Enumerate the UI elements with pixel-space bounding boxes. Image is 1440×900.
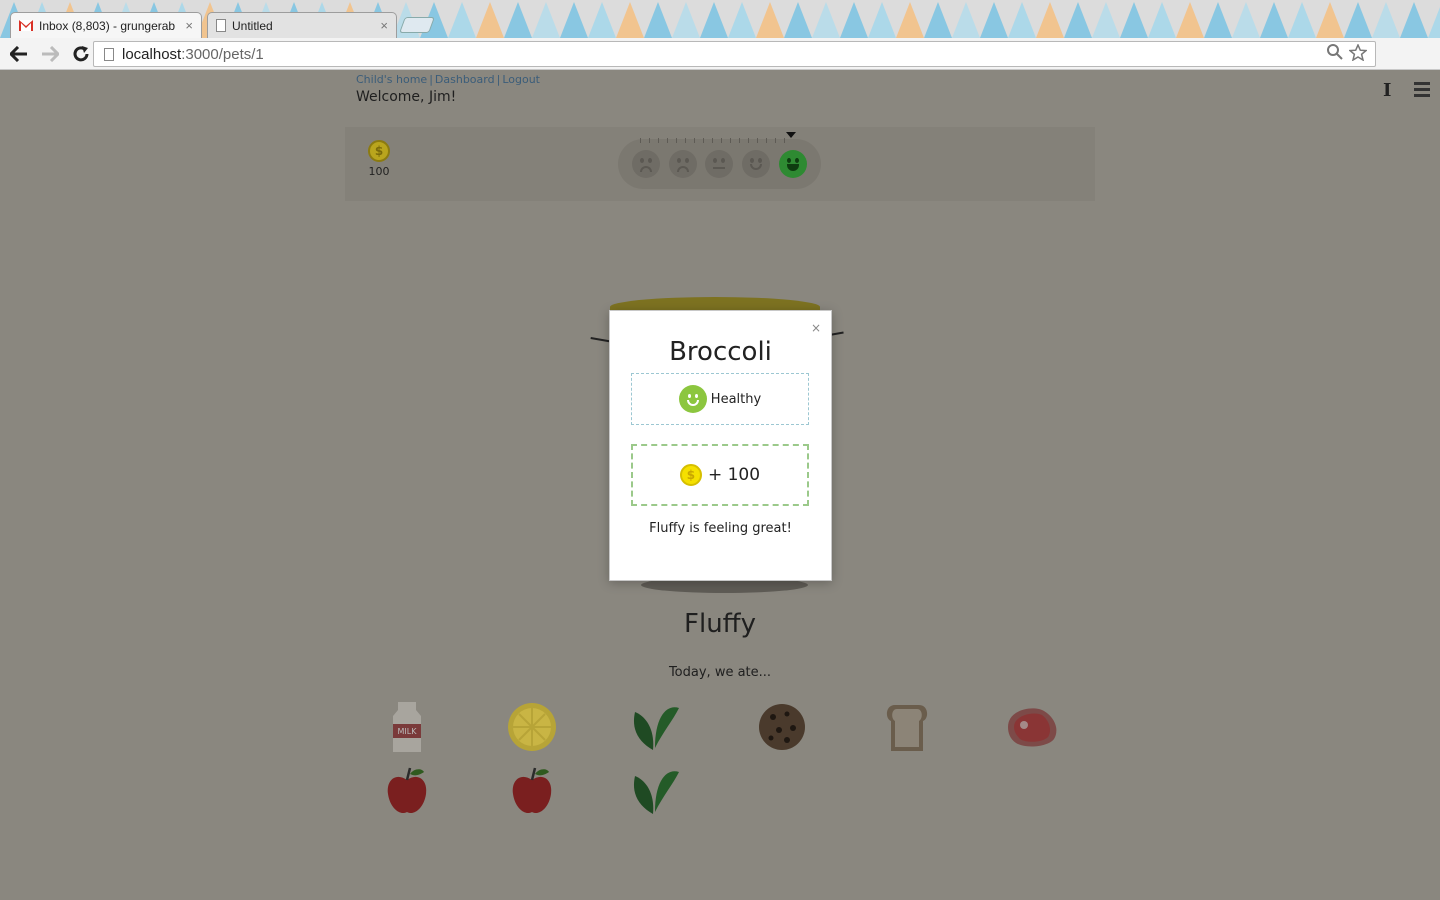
mood-ticks	[640, 138, 790, 143]
reload-icon	[73, 45, 89, 61]
sad-face-icon	[668, 150, 697, 178]
ate-label: Today, we ate...	[668, 665, 772, 680]
happy-face-icon	[742, 150, 771, 178]
apple-icon	[512, 767, 552, 814]
apple-icon	[387, 767, 427, 814]
back-arrow-icon	[10, 45, 27, 62]
food-result-modal: × Broccoli Healthy $ + 100 Fluffy is fee…	[609, 310, 832, 581]
back-button[interactable]	[5, 40, 33, 68]
coin-count: 100	[368, 165, 390, 178]
coin-balance: $ 100	[368, 140, 390, 178]
new-tab-button[interactable]	[399, 17, 435, 33]
forward-arrow-icon	[42, 45, 59, 62]
health-rating: Healthy	[631, 373, 809, 425]
modal-title: Broccoli	[669, 337, 772, 367]
very-happy-face-icon	[778, 150, 807, 178]
food-item[interactable]: MILK	[377, 699, 437, 755]
nav-separator: |	[429, 73, 433, 86]
tab-title: Untitled	[232, 18, 273, 33]
health-label: Healthy	[710, 391, 762, 407]
food-item[interactable]	[625, 699, 685, 755]
reload-button[interactable]	[67, 40, 95, 68]
close-icon[interactable]: ×	[811, 321, 821, 335]
browser-toolbar: localhost:3000/pets/1 I	[0, 38, 1440, 101]
tab-close-icon[interactable]: ×	[380, 18, 388, 33]
document-icon	[216, 19, 226, 32]
modal-message: Fluffy is feeling great!	[649, 521, 792, 536]
food-item[interactable]	[625, 763, 685, 819]
search-icon[interactable]	[1327, 44, 1343, 60]
food-item[interactable]	[502, 763, 562, 819]
spinach-icon	[633, 771, 679, 814]
coin-icon: $	[679, 464, 702, 486]
top-nav: Child's home | Dashboard | Logout	[356, 73, 540, 86]
food-item[interactable]	[752, 699, 812, 755]
coin-reward: $ + 100	[631, 444, 809, 506]
page-icon	[104, 47, 114, 61]
steak-icon	[1008, 708, 1057, 747]
svg-text:MILK: MILK	[398, 727, 418, 736]
cookie-icon	[759, 704, 805, 750]
gmail-icon	[19, 20, 33, 31]
pet-name: Fluffy	[684, 609, 756, 639]
lemon-icon	[508, 703, 556, 751]
tab-gmail-inbox[interactable]: Inbox (8,803) - grungerab ×	[10, 12, 202, 38]
url-host: localhost	[122, 45, 182, 63]
food-item[interactable]	[877, 699, 937, 755]
coin-icon: $	[368, 140, 390, 162]
reward-amount: + 100	[707, 465, 761, 485]
nav-separator: |	[496, 73, 501, 86]
childs-home-link[interactable]: Child's home	[356, 73, 427, 86]
bookmark-star-icon[interactable]	[1349, 44, 1367, 61]
dashboard-link[interactable]: Dashboard	[435, 73, 495, 86]
bread-icon	[886, 705, 928, 751]
mood-pointer-icon	[786, 132, 796, 138]
welcome-message: Welcome, Jim!	[356, 89, 457, 105]
browser-tab-strip: Inbox (8,803) - grungerab × Untitled ×	[0, 0, 1440, 38]
food-item[interactable]	[502, 699, 562, 755]
milk-icon: MILK	[393, 702, 421, 752]
food-item[interactable]	[377, 763, 437, 819]
happy-face-icon	[678, 385, 707, 413]
very-sad-face-icon	[632, 150, 661, 178]
tab-untitled[interactable]: Untitled ×	[207, 12, 397, 38]
spinach-icon	[633, 707, 679, 750]
mood-meter	[618, 132, 821, 189]
tab-title: Inbox (8,803) - grungerab	[39, 18, 176, 33]
status-panel: $ 100	[345, 127, 1095, 201]
url-path: :3000/pets/1	[181, 45, 264, 63]
tab-close-icon[interactable]: ×	[185, 18, 193, 33]
forward-button[interactable]	[36, 40, 64, 68]
address-bar[interactable]: localhost:3000/pets/1	[93, 41, 1376, 67]
food-item[interactable]	[1002, 699, 1062, 755]
neutral-face-icon	[705, 150, 734, 178]
logout-link[interactable]: Logout	[502, 73, 540, 86]
